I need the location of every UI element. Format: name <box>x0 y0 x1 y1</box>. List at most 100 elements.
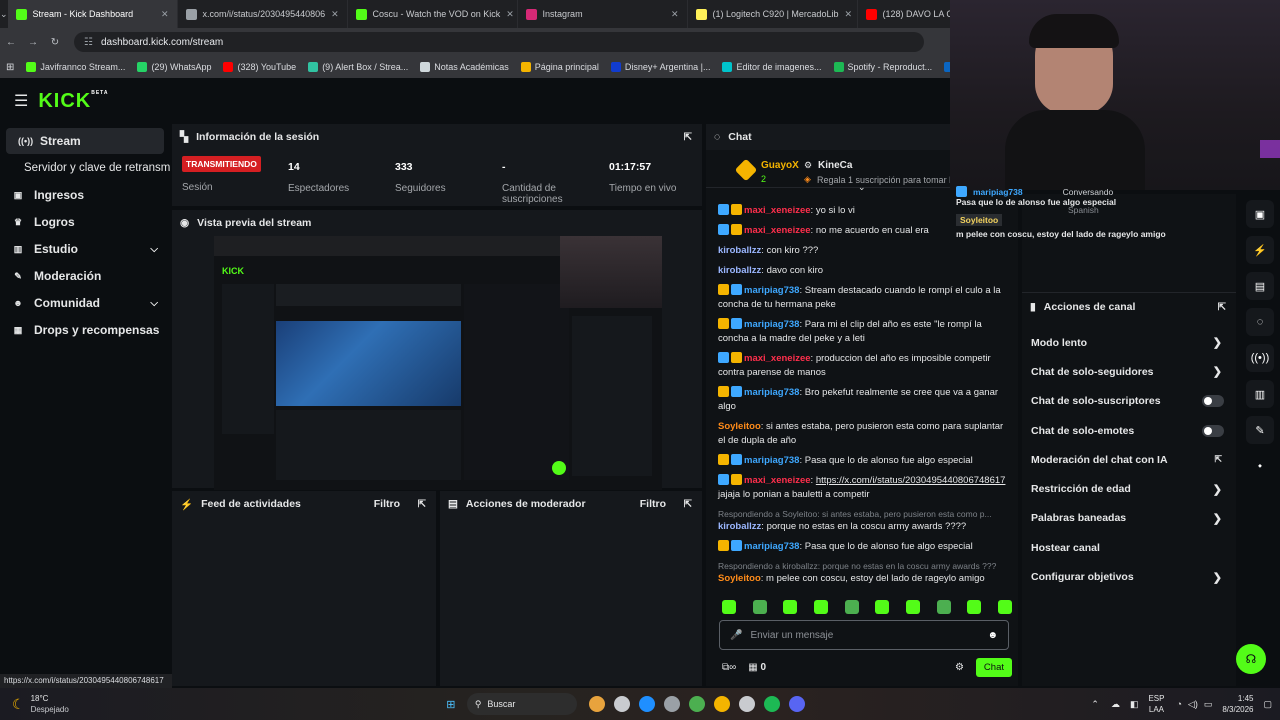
clock[interactable]: 1:45 8/3/2026 <box>1222 693 1253 715</box>
chat-icon[interactable]: ◌ <box>1246 308 1274 336</box>
site-info-icon[interactable]: ☷ <box>84 37 93 48</box>
spotify-icon[interactable] <box>763 696 780 712</box>
reply-reference[interactable]: Respondiendo a Soyleitoo: si antes estab… <box>706 508 1018 520</box>
folder-icon[interactable] <box>713 696 730 712</box>
sidebar-item-stream[interactable]: ((•)) Stream <box>6 128 164 154</box>
toggle-switch[interactable] <box>1202 424 1224 437</box>
chevron-down-icon[interactable]: ⌵ <box>150 244 158 255</box>
chat-username[interactable]: maripiag738 <box>744 541 799 552</box>
sidebar-item-moderaci-n[interactable]: ✎ Moderación <box>0 263 172 289</box>
close-icon[interactable]: ✕ <box>331 9 339 20</box>
notification-icon[interactable]: ▢ <box>1263 699 1272 710</box>
bookmark[interactable]: Javifrannco Stream... <box>26 62 125 72</box>
game-icon[interactable]: ⬩ <box>1246 452 1274 480</box>
filter-button[interactable]: Filtro <box>374 498 400 510</box>
sidebar-item-estudio[interactable]: ▥ Estudio ⌵ <box>0 236 172 262</box>
forward-icon[interactable]: → <box>22 37 44 48</box>
points-icon[interactable]: ▦ 0 <box>748 662 766 673</box>
collapse-icon[interactable]: ⌄ <box>858 182 866 193</box>
browser-app-icon[interactable] <box>588 696 605 712</box>
chat-username[interactable]: maripiag738 <box>744 387 799 398</box>
sidebar-item-logros[interactable]: ♛ Logros <box>0 209 172 235</box>
bookmark[interactable]: Notas Académicas <box>420 62 509 72</box>
menu-icon[interactable]: ☰ <box>14 91 28 111</box>
tab-list-icon[interactable]: ⌄ <box>0 9 8 20</box>
bookmark[interactable]: Editor de imagenes... <box>722 62 822 72</box>
emote-icon[interactable] <box>752 600 767 614</box>
channel-action-2[interactable]: Chat de solo-suscriptores <box>1022 387 1236 416</box>
channel-action-7[interactable]: Hostear canal <box>1022 533 1236 562</box>
emote-icon[interactable] <box>813 600 828 614</box>
browser-tab[interactable]: x.com/i/status/2030495440806 ✕ <box>178 0 348 28</box>
sidebar-item-servidor-y-clave-de-retransm[interactable]: Servidor y clave de retransm <box>0 155 172 181</box>
chat-link[interactable]: https://x.com/i/status/20304954408067486… <box>816 475 1006 486</box>
chat-username[interactable]: kiroballzz <box>718 521 761 532</box>
sidebar-item-comunidad[interactable]: ☻ Comunidad ⌵ <box>0 290 172 316</box>
wifi-icon[interactable]: ◔ <box>1176 699 1181 709</box>
layout-icon[interactable]: ▥ <box>1246 380 1274 408</box>
chat-username[interactable]: kiroballzz <box>718 245 761 256</box>
emote-icon[interactable] <box>967 600 982 614</box>
emote-icon[interactable] <box>844 600 859 614</box>
discord-icon[interactable] <box>788 696 805 712</box>
bookmark[interactable]: Disney+ Argentina |... <box>610 62 710 72</box>
chat-username[interactable]: maxi_xeneizee <box>744 225 811 236</box>
stream-preview-video[interactable]: KICK <box>214 236 662 490</box>
start-icon[interactable]: ⊞ <box>441 694 461 714</box>
reload-icon[interactable]: ↻ <box>44 37 66 48</box>
settings-icon[interactable]: ⚙ <box>955 662 964 673</box>
apps-icon[interactable]: ⊞ <box>6 62 14 73</box>
browser-tab[interactable]: Stream - Kick Dashboard ✕ <box>7 0 178 28</box>
chat-input[interactable]: 🎤 Enviar un mensaje ☻ <box>719 620 1009 650</box>
chat-username[interactable]: maxi_xeneizee <box>744 353 811 364</box>
help-button[interactable]: ☊ <box>1236 644 1266 674</box>
bookmark[interactable]: Spotify - Reproduct... <box>833 62 932 72</box>
chat-username[interactable]: kiroballzz <box>718 265 761 276</box>
url-field[interactable]: ☷ dashboard.kick.com/stream <box>74 32 924 52</box>
close-icon[interactable]: ✕ <box>161 9 169 20</box>
browser-tab[interactable]: Coscu - Watch the VOD on Kick ✕ <box>348 0 518 28</box>
volume-icon[interactable]: ◁) <box>1188 699 1198 710</box>
popout-icon[interactable]: ⇱ <box>418 499 426 510</box>
sidebar-item-ingresos[interactable]: ▣ Ingresos <box>0 182 172 208</box>
language[interactable]: ESP <box>1148 693 1164 704</box>
channel-action-4[interactable]: Moderación del chat con IA ⇱ <box>1022 445 1236 474</box>
edge-icon[interactable] <box>638 696 655 712</box>
channel-action-8[interactable]: Configurar objetivos ❯ <box>1022 562 1236 591</box>
battery-icon[interactable]: ▭ <box>1204 699 1213 710</box>
mic-icon[interactable]: 🎤 <box>730 630 742 641</box>
obs-icon[interactable] <box>738 696 755 712</box>
filter-button[interactable]: Filtro <box>640 498 666 510</box>
channel-action-0[interactable]: Modo lento ❯ <box>1022 328 1236 357</box>
chevron-down-icon[interactable]: ⌵ <box>150 298 158 309</box>
emote-icon[interactable] <box>905 600 920 614</box>
channel-action-6[interactable]: Palabras baneadas ❯ <box>1022 504 1236 533</box>
emote-icon[interactable] <box>783 600 798 614</box>
clipboard-icon[interactable]: ▤ <box>1246 272 1274 300</box>
close-icon[interactable]: ✕ <box>506 9 514 20</box>
cloud-icon[interactable]: ☁ <box>1111 699 1120 710</box>
browser-tab[interactable]: Instagram ✕ <box>518 0 688 28</box>
bolt-icon[interactable]: ⚡ <box>1246 236 1274 264</box>
bookmark[interactable]: (328) YouTube <box>223 62 296 72</box>
chat-username[interactable]: Soyleitoo <box>718 421 761 432</box>
network-icon[interactable]: ◧ <box>1130 699 1139 710</box>
browser-tab[interactable]: (1) Logitech C920 | MercadoLib ✕ <box>688 0 858 28</box>
emote-icon[interactable] <box>936 600 951 614</box>
chevron-up-icon[interactable]: ⌃ <box>1091 699 1099 710</box>
scan-icon[interactable]: ▣ <box>1246 200 1274 228</box>
emote-icon[interactable] <box>875 600 890 614</box>
files-icon[interactable] <box>613 696 630 712</box>
chat-username[interactable]: maripiag738 <box>744 455 799 466</box>
taskbar-search[interactable]: ⚲ Buscar <box>466 693 577 715</box>
popout-icon[interactable]: ⇱ <box>1218 302 1226 313</box>
back-icon[interactable]: ← <box>0 37 22 48</box>
kick-logo[interactable]: KICKBETA <box>38 90 108 113</box>
emoji-icon[interactable]: ☻ <box>987 630 998 641</box>
broadcast-icon[interactable]: ((•)) <box>1246 344 1274 372</box>
send-chat-button[interactable]: Chat <box>975 657 1012 677</box>
slow-mode-icon[interactable]: ⧉∞ <box>722 662 736 673</box>
sidebar-item-drops-y-recompensas[interactable]: ▦ Drops y recompensas <box>0 317 172 343</box>
weather-icon[interactable]: ☾ <box>12 696 25 713</box>
bookmark[interactable]: (29) WhatsApp <box>137 62 211 72</box>
